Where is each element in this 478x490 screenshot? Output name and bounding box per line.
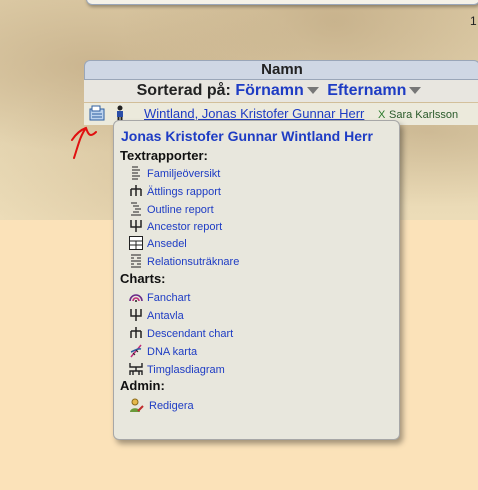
sort-bar: Sorterad på: Förnamn Efternamn [84, 80, 478, 102]
sort-last-name-arrow-icon[interactable] [409, 87, 422, 95]
menu-title[interactable]: Jonas Kristofer Gunnar Wintland Herr [121, 128, 373, 144]
menu-item-label: Ancestor report [147, 221, 223, 233]
ancestor-report-icon [130, 220, 142, 232]
menu-item-label: Outline report [147, 204, 214, 216]
sort-first-name-arrow-icon[interactable] [306, 87, 319, 95]
relation-calculator-icon [131, 254, 141, 268]
admin-heading: Admin: [120, 378, 165, 393]
descendant-report-icon [130, 185, 142, 196]
sort-first-name-link[interactable]: Förnamn [235, 82, 303, 99]
person-context-menu: Jonas Kristofer Gunnar Wintland Herr Tex… [113, 120, 400, 440]
annotation-arrow [71, 126, 97, 159]
sort-label: Sorterad på: [136, 82, 231, 99]
menu-item-label: Ättlings rapport [147, 186, 221, 198]
charts-heading: Charts: [120, 271, 166, 286]
column-header-name: Namn [84, 60, 478, 80]
antavla-icon [130, 309, 142, 321]
menu-item-label: Fanchart [147, 292, 191, 304]
top-panel-edge [86, 0, 478, 5]
descendant-chart-icon [130, 327, 142, 338]
menu-item-label: Descendant chart [147, 328, 234, 340]
family-overview-icon [132, 166, 140, 180]
menu-item-label: Redigera [149, 400, 194, 412]
outline-report-icon [131, 202, 141, 216]
edit-user-icon [130, 398, 144, 412]
menu-item-label: Timglasdiagram [147, 364, 225, 376]
menu-item-label: Ansedel [147, 238, 187, 250]
ansedel-icon [129, 236, 143, 250]
person-link[interactable]: Wintland, Jonas Kristofer Gunnar Herr [144, 106, 364, 121]
menu-item-label: Antavla [147, 310, 184, 322]
spouse-link[interactable]: Sara Karlsson [389, 109, 458, 121]
menu-item-label: DNA karta [147, 346, 198, 358]
menu-item-label: Relationsuträknare [147, 256, 240, 268]
menu-item-label: Familjeöversikt [147, 168, 221, 180]
dna-icon [130, 344, 142, 358]
sort-last-name-link[interactable]: Efternamn [327, 82, 406, 99]
reports-heading: Textrapporter: [120, 148, 208, 163]
fanchart-icon [129, 294, 143, 302]
hourglass-icon [129, 363, 143, 375]
page-number[interactable]: 1 [470, 14, 477, 28]
